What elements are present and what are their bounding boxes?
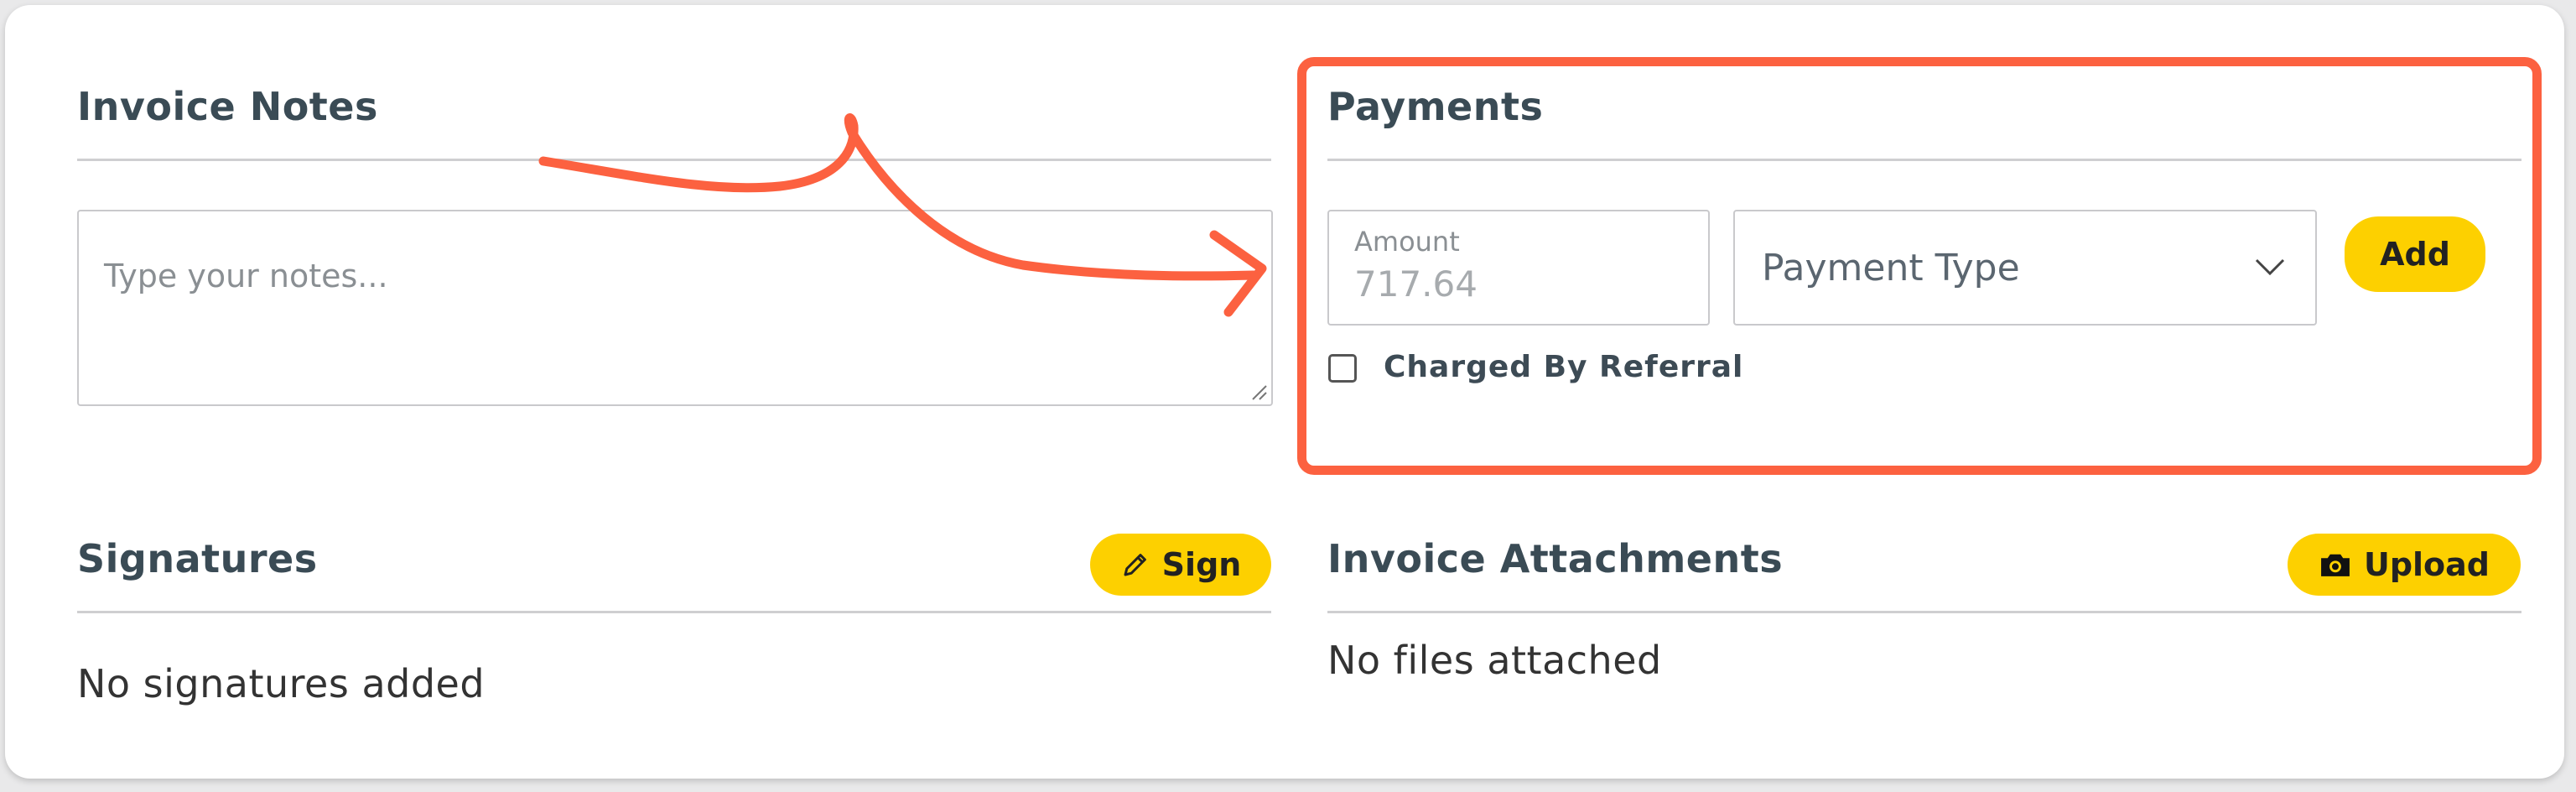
annotation-arrow-icon: [538, 113, 1267, 317]
